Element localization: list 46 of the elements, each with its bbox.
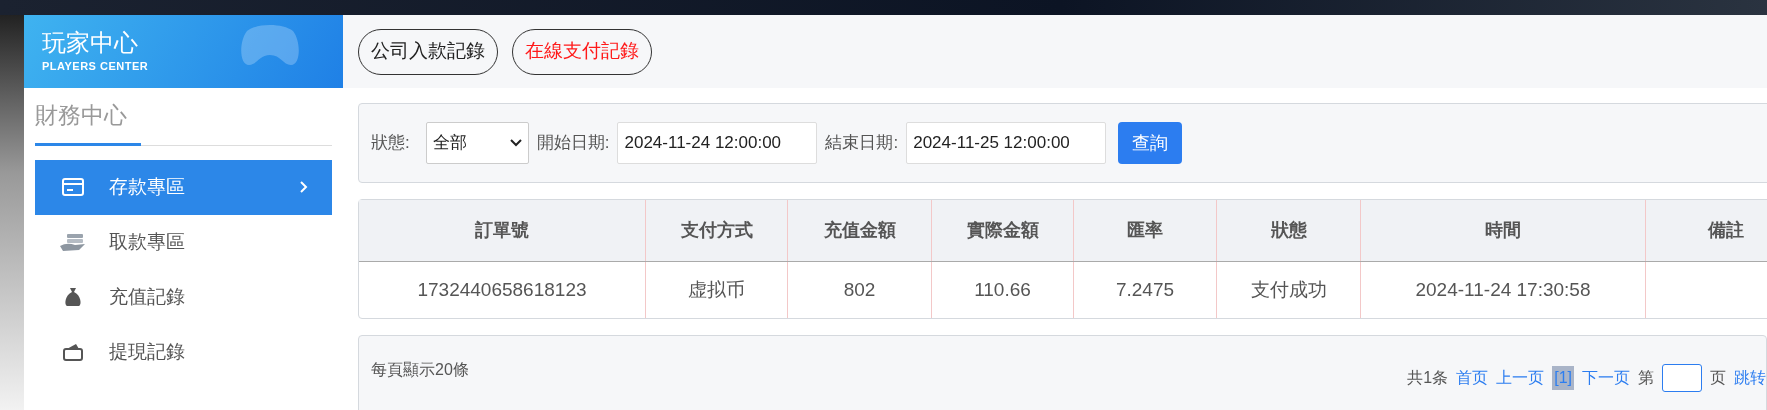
page-size-text: 每頁顯示20條 [371, 360, 469, 380]
start-date-field[interactable]: 2024-11-24 12:00:00 [617, 122, 818, 164]
goto-link[interactable]: 跳转 [1734, 366, 1766, 390]
card-icon [62, 178, 84, 196]
sidebar-heading: 財務中心 [35, 98, 141, 146]
caret-icon [509, 139, 522, 147]
record-tab[interactable]: 在線支付記錄 [512, 28, 652, 75]
end-date-label: 結束日期: [825, 132, 899, 155]
column-header: 匯率 [1074, 200, 1217, 261]
wallet-icon [63, 343, 83, 361]
table-cell: 7.2475 [1074, 262, 1217, 318]
sidebar-item[interactable]: 提現記錄 [35, 324, 332, 380]
table-cell: 2024-11-24 17:30:58 [1361, 262, 1646, 318]
column-header: 訂單號 [359, 200, 646, 261]
brand-title: 玩家中心 [42, 29, 138, 57]
first-page-link[interactable]: 首页 [1456, 366, 1489, 390]
goto-prefix: 第 [1638, 368, 1654, 388]
end-date-field[interactable]: 2024-11-25 12:00:00 [906, 122, 1107, 164]
table-cell: 110.66 [932, 262, 1074, 318]
brand-subtitle: PLAYERS CENTER [42, 59, 149, 74]
column-header: 時間 [1361, 200, 1646, 261]
column-header: 支付方式 [646, 200, 788, 261]
total-count: 共1条 [1407, 368, 1449, 388]
chevron-right-icon [300, 181, 308, 193]
money-bag-icon [64, 287, 82, 307]
column-header: 實際金額 [932, 200, 1074, 261]
sidebar-item[interactable]: 存款專區 [35, 159, 332, 215]
column-header: 充值金額 [788, 200, 932, 261]
next-page-link[interactable]: 下一页 [1582, 366, 1630, 390]
page-number-field[interactable] [1662, 364, 1702, 392]
hand-icon [59, 232, 87, 252]
prev-page-link[interactable]: 上一页 [1496, 366, 1545, 390]
column-header: 備註 [1646, 200, 1767, 261]
column-header: 狀態 [1217, 200, 1361, 261]
record-tab[interactable]: 公司入款記錄 [358, 28, 498, 75]
goto-suffix: 页 [1710, 368, 1726, 388]
table-cell: 802 [788, 262, 932, 318]
status-select[interactable]: 全部 [425, 122, 529, 164]
query-button[interactable]: 查詢 [1118, 122, 1183, 164]
sidebar-item[interactable]: 充值記錄 [35, 269, 332, 325]
table-cell: 虚拟币 [646, 262, 788, 318]
status-label: 狀態: [371, 132, 410, 155]
table-cell: 1732440658618123 [359, 262, 646, 318]
start-date-label: 開始日期: [536, 132, 610, 155]
sidebar-item[interactable]: 取款專區 [35, 214, 332, 270]
table-cell: 支付成功 [1217, 262, 1361, 318]
